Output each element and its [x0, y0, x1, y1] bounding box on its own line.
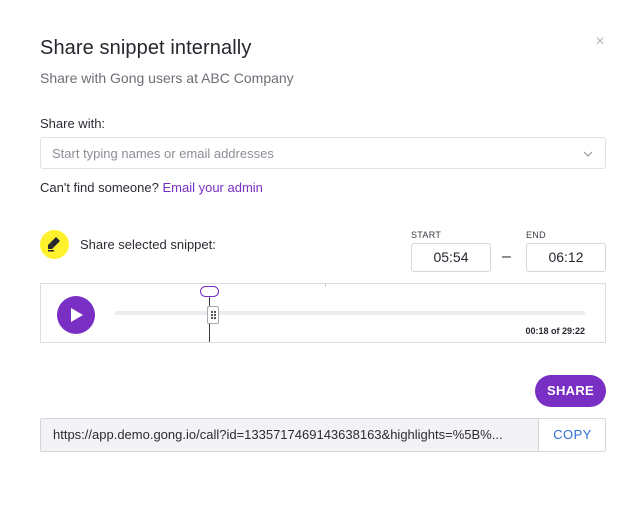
- chevron-down-icon[interactable]: [583, 149, 593, 159]
- modal-subtitle: Share with Gong users at ABC Company: [40, 70, 294, 86]
- play-button[interactable]: [57, 296, 95, 334]
- share-button[interactable]: SHARE: [535, 375, 606, 407]
- share-snippet-label: Share selected snippet:: [80, 237, 216, 252]
- email-admin-link[interactable]: Email your admin: [162, 180, 262, 195]
- highlighter-icon: [40, 230, 69, 259]
- start-time-input[interactable]: 05:54: [411, 243, 491, 272]
- time-readout: 00:18 of 29:22: [525, 326, 585, 336]
- snippet-player: 00:18 of 29:22: [40, 283, 606, 343]
- modal-title: Share snippet internally: [40, 37, 252, 59]
- playhead-marker[interactable]: [200, 286, 219, 297]
- cant-find-text: Can't find someone?: [40, 180, 159, 195]
- cant-find-row: Can't find someone? Email your admin: [40, 180, 263, 195]
- play-icon: [71, 308, 83, 322]
- time-range-separator: –: [502, 248, 511, 265]
- end-label: END: [526, 230, 546, 240]
- end-time-input[interactable]: 06:12: [526, 243, 606, 272]
- share-snippet-modal: × Share snippet internally Share with Go…: [0, 0, 644, 511]
- scrubber-handle[interactable]: [207, 306, 219, 324]
- close-icon[interactable]: ×: [592, 34, 608, 50]
- recipients-select[interactable]: Start typing names or email addresses: [40, 137, 606, 169]
- share-link-field[interactable]: https://app.demo.gong.io/call?id=1335717…: [41, 419, 539, 451]
- share-with-label: Share with:: [40, 116, 106, 131]
- timeline-track[interactable]: [115, 311, 585, 315]
- timeline-tick: [325, 284, 326, 287]
- copy-button[interactable]: COPY: [540, 419, 605, 451]
- start-label: START: [411, 230, 442, 240]
- recipients-placeholder: Start typing names or email addresses: [52, 146, 274, 161]
- share-link-row: https://app.demo.gong.io/call?id=1335717…: [40, 418, 606, 452]
